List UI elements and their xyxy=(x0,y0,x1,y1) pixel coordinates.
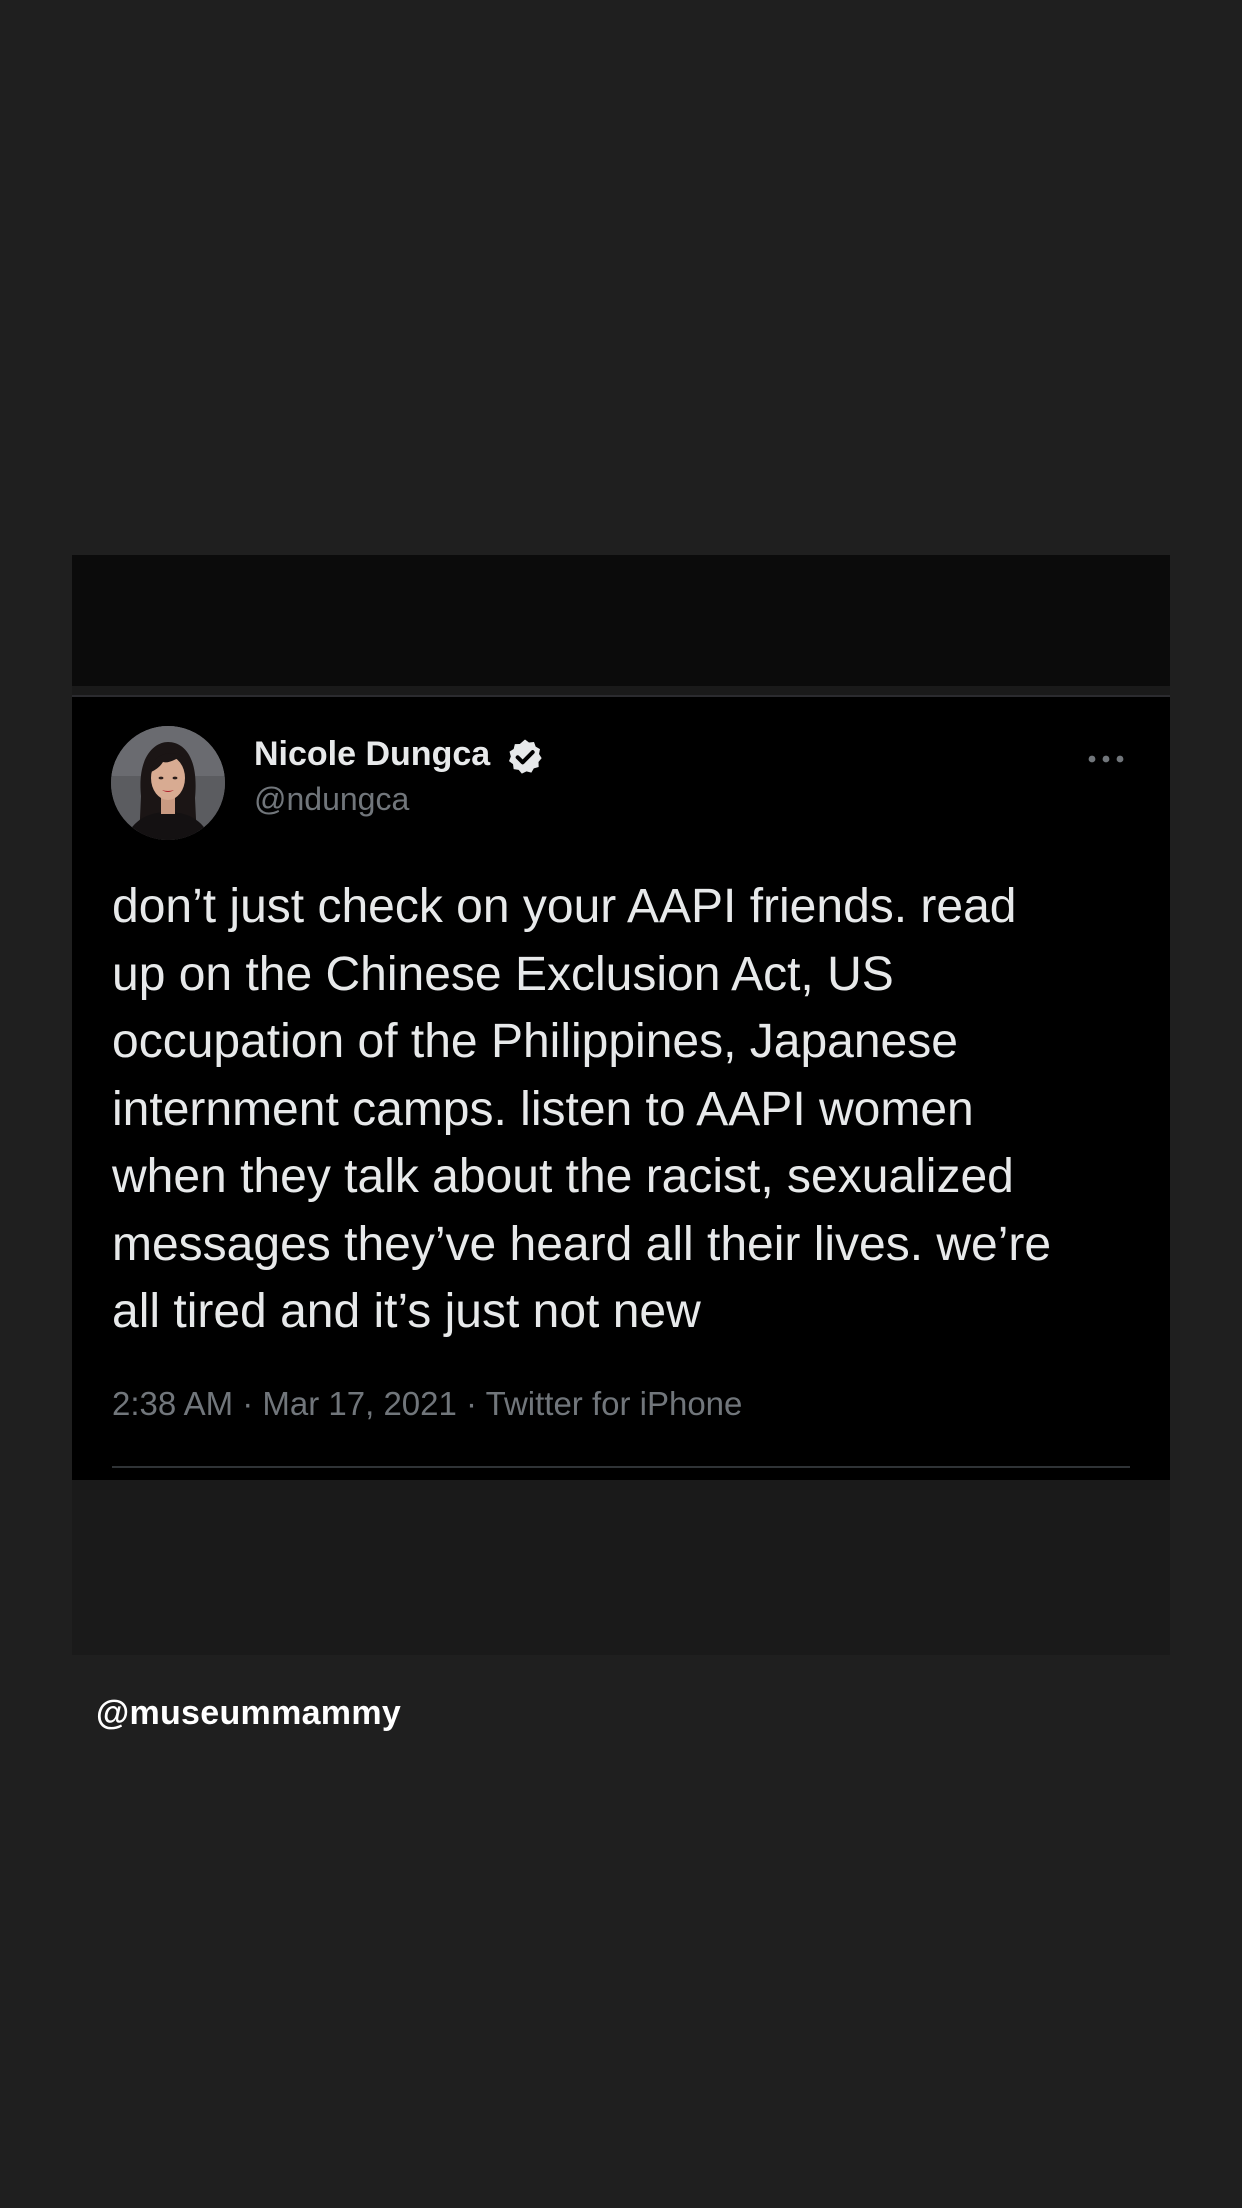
verified-badge-icon xyxy=(509,739,542,774)
story-canvas: Nicole Dungca @ndungca don’t just check … xyxy=(0,0,1242,2208)
meta-separator: · xyxy=(233,1385,263,1422)
user-handle[interactable]: @ndungca xyxy=(254,781,409,818)
tweet-card[interactable]: Nicole Dungca @ndungca don’t just check … xyxy=(72,697,1170,1480)
credit-mention[interactable]: @museummammy xyxy=(96,1694,401,1733)
meta-separator: · xyxy=(456,1385,486,1422)
tweet-meta: 2:38 AM · Mar 17, 2021 · Twitter for iPh… xyxy=(112,1385,742,1423)
more-options-icon[interactable] xyxy=(1086,749,1126,769)
divider xyxy=(112,1466,1130,1468)
tweet-source[interactable]: Twitter for iPhone xyxy=(486,1385,743,1422)
tweet-screenshot: Nicole Dungca @ndungca don’t just check … xyxy=(72,555,1170,1655)
avatar[interactable] xyxy=(111,726,225,840)
tweet-date[interactable]: Mar 17, 2021 xyxy=(262,1385,456,1422)
screenshot-top-bar xyxy=(72,555,1170,686)
tweet-time[interactable]: 2:38 AM xyxy=(112,1385,233,1422)
display-name[interactable]: Nicole Dungca xyxy=(254,735,490,774)
tweet-text: don’t just check on your AAPI friends. r… xyxy=(112,880,1052,1338)
